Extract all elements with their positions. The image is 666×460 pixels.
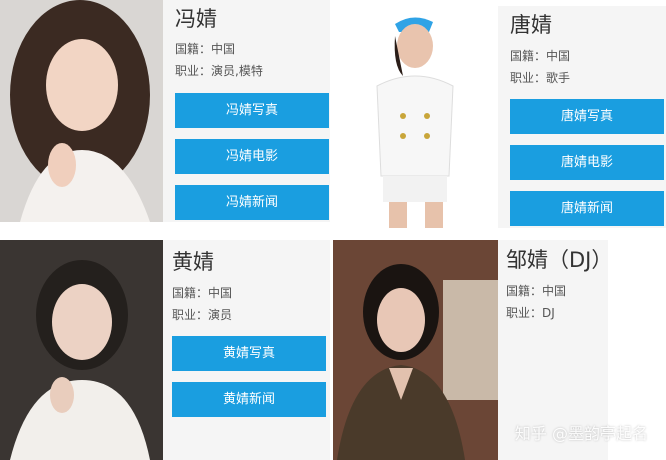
nationality-label: 国籍：中国 [506,284,567,298]
profile-card-huang-jing: 黄婧 国籍：中国 职业：演员 黄婧写真 黄婧新闻 [0,240,330,460]
person-name: 邹婧（DJ） [506,248,613,272]
profile-photo[interactable] [333,240,498,460]
profile-photo[interactable] [0,240,163,460]
nationality-label: 国籍：中国 [175,42,236,56]
profile-card-feng-jing: 冯婧 国籍：中国 职业：演员,模特 冯婧写真 冯婧电影 冯婧新闻 [0,0,330,222]
movies-button[interactable]: 唐婧电影 [510,145,664,180]
photos-button[interactable]: 唐婧写真 [510,99,664,134]
person-name: 黄婧 [172,250,214,274]
profession-label: 职业：歌手 [510,71,571,85]
news-button[interactable]: 黄婧新闻 [172,382,326,417]
photos-button[interactable]: 黄婧写真 [172,336,326,371]
person-name: 冯婧 [175,7,217,31]
person-name: 唐婧 [510,13,552,37]
nationality-label: 国籍：中国 [510,49,571,63]
profession-label: 职业：演员 [172,308,233,322]
news-button[interactable]: 唐婧新闻 [510,191,664,226]
profession-label: 职业：演员,模特 [175,64,263,78]
nationality-label: 国籍：中国 [172,286,233,300]
profile-photo[interactable] [333,6,498,228]
movies-button[interactable]: 冯婧电影 [175,139,329,174]
photos-button[interactable]: 冯婧写真 [175,93,329,128]
watermark-text: 知乎 @墨韵亭起名 [514,424,648,443]
news-button[interactable]: 冯婧新闻 [175,185,329,220]
profile-card-tang-jing: 唐婧 国籍：中国 职业：歌手 唐婧写真 唐婧电影 唐婧新闻 [333,6,666,228]
profile-photo[interactable] [0,0,163,222]
profession-label: 职业：DJ [506,306,555,320]
